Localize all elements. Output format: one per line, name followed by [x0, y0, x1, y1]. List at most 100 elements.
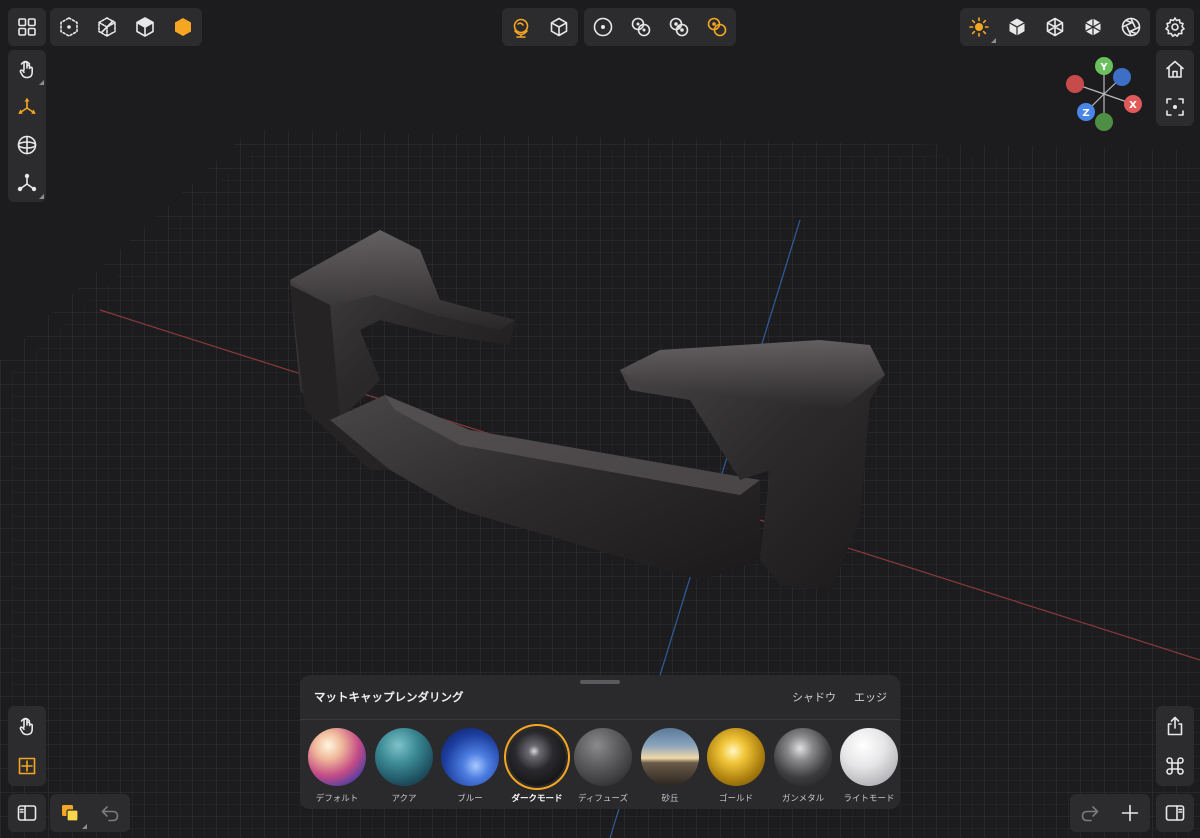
matcap-diffuse[interactable]: ディフューズ — [570, 727, 636, 807]
menu-button-group — [8, 8, 46, 46]
wire-cube-icon — [1046, 17, 1064, 37]
bottom-right-tools — [1156, 706, 1194, 786]
matcap-label: ライトモード — [843, 794, 895, 804]
panel-toggle-group — [1156, 794, 1194, 832]
panel-drag-handle[interactable] — [580, 680, 620, 684]
add-icon — [1121, 804, 1139, 822]
sidebar-toggle-group — [8, 794, 46, 832]
submenu-indicator — [39, 80, 44, 85]
sidebar-toggle-button[interactable] — [8, 795, 46, 831]
environment-button[interactable] — [502, 9, 540, 45]
sphere-projection-button[interactable] — [8, 127, 46, 163]
selection-toolbar — [584, 8, 736, 46]
box-cube-icon — [1085, 18, 1101, 36]
neg-z-axis-handle[interactable] — [1113, 68, 1131, 86]
sidebar-toggle-icon — [17, 805, 37, 821]
settings-button[interactable] — [1156, 9, 1194, 45]
matcap-light-mode-sphere — [840, 728, 898, 786]
redo-button[interactable] — [1071, 795, 1109, 831]
color-undo-group — [50, 794, 130, 832]
solid-view-button[interactable] — [126, 9, 164, 45]
home-icon — [1166, 60, 1184, 78]
neg-y-axis-handle[interactable] — [1095, 113, 1113, 131]
matcap-dune[interactable]: 砂丘 — [637, 727, 703, 807]
wire-cube-button[interactable] — [1036, 9, 1074, 45]
linked-selection-icon — [669, 17, 689, 37]
panel-toggle-button[interactable] — [1156, 795, 1194, 831]
pivot-points-button[interactable] — [8, 165, 46, 201]
panel-toggle-icon — [1165, 805, 1185, 821]
color-swatch-icon — [62, 805, 79, 822]
redo-icon — [1081, 806, 1099, 822]
settings-gear-icon — [1165, 17, 1185, 37]
linked-selection-button[interactable] — [660, 9, 698, 45]
matcap-label: ゴールド — [718, 794, 753, 804]
snap-grid-icon — [18, 757, 36, 775]
edge-option[interactable]: エッジ — [854, 689, 887, 705]
focus-frame-button[interactable] — [1156, 89, 1194, 125]
z-axis-label: Z — [1082, 108, 1089, 119]
matcap-aqua[interactable]: アクア — [371, 727, 437, 807]
undo-icon — [101, 806, 119, 822]
grid-menu-button[interactable] — [8, 9, 46, 45]
touch-gesture-button[interactable] — [8, 51, 46, 87]
shaded-view-button[interactable] — [164, 9, 202, 45]
wireframe-view-button[interactable] — [88, 9, 126, 45]
pivot-points-icon — [17, 173, 37, 192]
touch-gesture-button-bottom[interactable] — [8, 708, 46, 744]
sun-light-button[interactable] — [960, 9, 998, 45]
matcap-default[interactable]: デフォルト — [304, 727, 370, 807]
matcap-default-sphere — [308, 728, 366, 786]
solid-cube-icon — [1009, 18, 1025, 36]
sun-light-icon — [969, 17, 989, 37]
command-icon — [1166, 757, 1184, 775]
matcap-gold-sphere — [707, 728, 765, 786]
submenu-indicator — [991, 38, 996, 43]
share-icon — [1167, 716, 1183, 736]
redo-add-group — [1070, 794, 1150, 832]
x-axis-label: X — [1129, 100, 1137, 111]
matcap-gold[interactable]: ゴールド — [703, 727, 769, 807]
camera-toolbar — [1156, 50, 1194, 126]
matcap-dune-sphere — [641, 728, 699, 786]
matcap-label: ダークモード — [511, 794, 563, 804]
single-selection-button[interactable] — [584, 9, 622, 45]
cube-outline-button[interactable] — [540, 9, 578, 45]
share-button[interactable] — [1156, 708, 1194, 744]
matcap-gunmetal[interactable]: ガンメタル — [770, 727, 836, 807]
view-mode-toolbar — [50, 8, 202, 46]
home-view-button[interactable] — [1156, 51, 1194, 87]
move-axis-icon — [18, 98, 36, 114]
pivot-selection-icon — [707, 17, 727, 37]
multi-selection-button[interactable] — [622, 9, 660, 45]
matcap-dark-mode[interactable]: ダークモード — [504, 727, 570, 807]
add-button[interactable] — [1111, 795, 1149, 831]
display-toolbar — [960, 8, 1150, 46]
aperture-button[interactable] — [1112, 9, 1150, 45]
neg-x-axis-handle[interactable] — [1066, 75, 1084, 93]
pivot-selection-button[interactable] — [698, 9, 736, 45]
vertex-view-icon — [60, 17, 78, 37]
move-axis-button[interactable] — [8, 89, 46, 125]
grid-menu-icon — [18, 18, 36, 36]
color-swatch-button[interactable] — [51, 795, 89, 831]
focus-frame-icon — [1166, 98, 1184, 116]
matcap-label: ブルー — [457, 794, 483, 804]
box-cube-button[interactable] — [1074, 9, 1112, 45]
orientation-gizmo[interactable]: Y X Z — [1060, 54, 1150, 134]
tool-toolbar — [8, 50, 46, 202]
submenu-indicator — [39, 194, 44, 199]
command-button[interactable] — [1156, 748, 1194, 784]
submenu-indicator — [82, 824, 87, 829]
matcap-blue[interactable]: ブルー — [437, 727, 503, 807]
shadow-option[interactable]: シャドウ — [792, 689, 836, 705]
undo-button[interactable] — [91, 795, 129, 831]
solid-cube-button[interactable] — [998, 9, 1036, 45]
matcap-label: アクア — [391, 794, 417, 804]
wireframe-view-icon — [98, 17, 116, 37]
single-selection-icon — [593, 17, 613, 37]
matcap-light-mode[interactable]: ライトモード — [836, 727, 902, 807]
multi-selection-icon — [631, 17, 651, 37]
snap-grid-button[interactable] — [8, 748, 46, 784]
vertex-view-button[interactable] — [50, 9, 88, 45]
